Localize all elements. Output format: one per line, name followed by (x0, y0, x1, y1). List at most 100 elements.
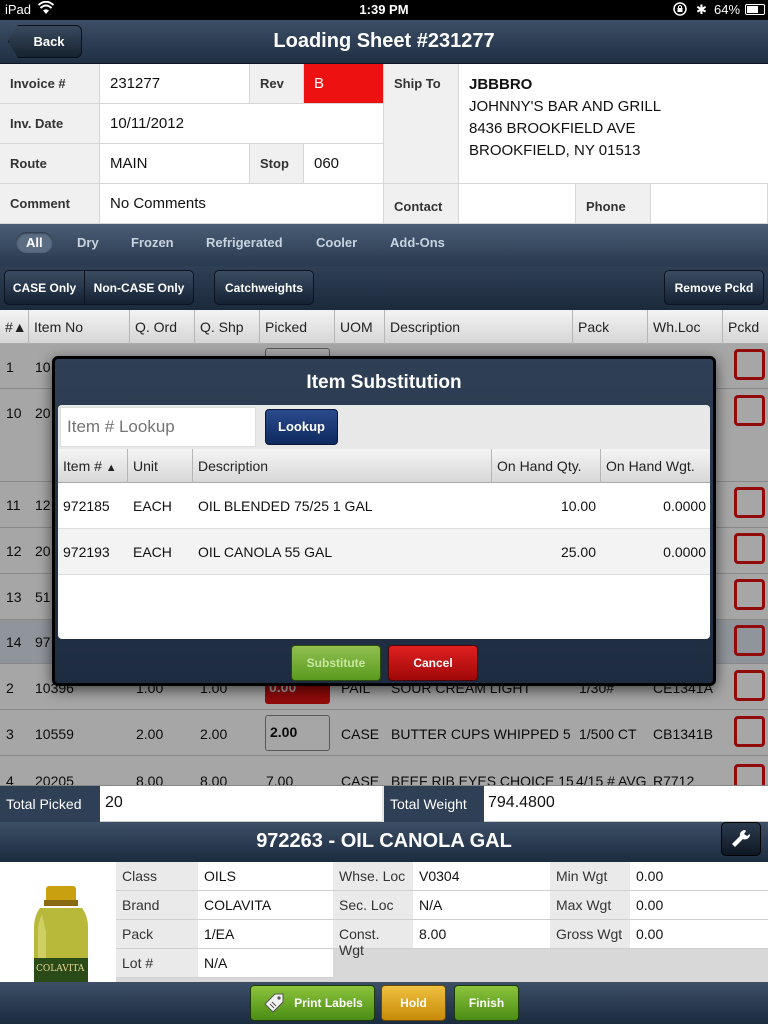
comment-label: Comment (0, 184, 100, 224)
sec-value: N/A (413, 891, 550, 920)
lookup-button[interactable]: Lookup (265, 409, 338, 445)
substitution-row[interactable]: 972185 EACH OIL BLENDED 75/25 1 GAL 10.0… (58, 483, 710, 529)
finish-button[interactable]: Finish (454, 985, 519, 1021)
max-label: Max Wgt (550, 891, 630, 920)
print-labels-label: Print Labels (294, 996, 363, 1010)
sort-asc-icon: ▲ (105, 462, 117, 474)
route-value: MAIN (100, 144, 250, 184)
col-pckd[interactable]: Pckd (723, 310, 768, 344)
sub-qty: 10.00 (560, 498, 596, 514)
sub-col-wgt[interactable]: On Hand Wgt. (601, 449, 710, 483)
const-label: Const. Wgt (333, 920, 413, 958)
invoice-label: Invoice # (0, 64, 100, 104)
col-qord[interactable]: Q. Ord (130, 310, 195, 344)
total-weight-value: 794.4800 (484, 786, 768, 822)
tab-refrigerated[interactable]: Refrigerated (206, 235, 283, 250)
sub-col-item[interactable]: Item # ▲ (58, 449, 128, 483)
col-qshp[interactable]: Q. Shp (195, 310, 260, 344)
brand-label: Brand (116, 891, 198, 920)
min-value: 0.00 (630, 862, 768, 891)
modal-body: Lookup Item # ▲ Unit Description On Hand… (58, 405, 710, 639)
comment-value: No Comments (100, 184, 384, 224)
sub-item: 972193 (63, 544, 110, 560)
battery-percent: 64% (714, 2, 741, 17)
remove-pckd-button[interactable]: Remove Pckd (664, 270, 764, 305)
ship-name: JOHNNY'S BAR AND GRILL (469, 98, 662, 115)
col-description[interactable]: Description (385, 310, 573, 344)
min-label: Min Wgt (550, 862, 630, 891)
rev-value: B (304, 64, 384, 104)
catchweights-button[interactable]: Catchweights (214, 270, 314, 305)
tab-all[interactable]: All (16, 232, 53, 253)
sec-label: Sec. Loc (333, 891, 413, 920)
print-labels-button[interactable]: Print Labels (250, 985, 375, 1021)
item-lookup-input[interactable] (60, 407, 256, 447)
substitution-table-header: Item # ▲ Unit Description On Hand Qty. O… (58, 449, 710, 483)
sub-unit: EACH (133, 498, 172, 514)
tab-dry[interactable]: Dry (77, 235, 99, 250)
sub-desc: OIL CANOLA 55 GAL (198, 544, 333, 560)
bottle-brand: COLAVITA (36, 964, 85, 974)
product-image: COLAVITA (0, 862, 116, 982)
totals-bar: Total Picked 20 Total Weight 794.4800 (0, 786, 768, 822)
sub-col-item-label: Item # (63, 458, 102, 474)
substitution-row[interactable]: 972193 EACH OIL CANOLA 55 GAL 25.00 0.00… (58, 529, 710, 575)
whse-label: Whse. Loc (333, 862, 413, 891)
ship-code: JBBBRO (469, 76, 533, 93)
modal-title: Item Substitution (306, 372, 462, 393)
ship-addr: 8436 BROOKFIELD AVE (469, 120, 636, 137)
bottom-toolbar: Print Labels Hold Finish (0, 982, 768, 1024)
category-tabs: All Dry Frozen Refrigerated Cooler Add-O… (0, 224, 768, 266)
gross-label: Gross Wgt (550, 920, 630, 949)
settings-button[interactable] (721, 822, 761, 856)
sub-col-qty[interactable]: On Hand Qty. (492, 449, 601, 483)
lock-rotation-icon (673, 2, 687, 19)
items-table-header: #▲ Item No Q. Ord Q. Shp Picked UOM Desc… (0, 310, 768, 344)
rev-label: Rev (250, 64, 304, 104)
phone-label: Phone (576, 184, 651, 224)
pack-value: 1/EA (198, 920, 333, 949)
gross-value: 0.00 (630, 920, 768, 949)
col-uom[interactable]: UOM (335, 310, 385, 344)
lot-value: N/A (198, 949, 333, 978)
total-weight-label: Total Weight (384, 786, 484, 822)
back-button[interactable]: Back (8, 25, 82, 58)
tab-frozen[interactable]: Frozen (131, 235, 174, 250)
substitute-button[interactable]: Substitute (291, 645, 381, 681)
col-whloc[interactable]: Wh.Loc (648, 310, 723, 344)
nav-bar: Loading Sheet #231277 Back (0, 20, 768, 64)
sub-col-unit[interactable]: Unit (128, 449, 193, 483)
col-num[interactable]: #▲ (0, 310, 29, 344)
cancel-button[interactable]: Cancel (388, 645, 478, 681)
item-detail-panel: COLAVITA Class OILS Brand COLAVITA Pack … (0, 862, 768, 982)
shipto-label: Ship To (384, 64, 459, 184)
col-pack[interactable]: Pack (573, 310, 648, 344)
whse-value: V0304 (413, 862, 550, 891)
route-label: Route (0, 144, 100, 184)
noncase-only-button[interactable]: Non-CASE Only (84, 270, 194, 305)
lot-label: Lot # (116, 949, 198, 978)
sub-col-description[interactable]: Description (193, 449, 492, 483)
case-only-button[interactable]: CASE Only (4, 270, 85, 305)
tab-cooler[interactable]: Cooler (316, 235, 357, 250)
col-picked[interactable]: Picked (260, 310, 335, 344)
brand-value: COLAVITA (198, 891, 333, 920)
pack-label: Pack (116, 920, 198, 949)
item-detail-title: 972263 - OIL CANOLA GAL (256, 830, 512, 852)
battery-icon (745, 4, 765, 15)
tab-add-ons[interactable]: Add-Ons (390, 235, 445, 250)
col-item-no[interactable]: Item No (29, 310, 130, 344)
filter-toolbar: CASE Only Non-CASE Only Catchweights Rem… (0, 266, 768, 310)
item-detail-header: 972263 - OIL CANOLA GAL (0, 822, 768, 862)
stop-label: Stop (250, 144, 304, 184)
ship-city: BROOKFIELD, NY 01513 (469, 142, 641, 159)
sub-wgt: 0.0000 (663, 498, 706, 514)
max-value: 0.00 (630, 891, 768, 920)
item-substitution-modal: Item Substitution Lookup Item # ▲ Unit D… (52, 356, 716, 686)
wrench-icon (732, 829, 751, 847)
hold-button[interactable]: Hold (381, 985, 446, 1021)
contact-value (459, 184, 576, 224)
page-title: Loading Sheet #231277 (273, 30, 495, 52)
tag-icon (264, 993, 284, 1013)
sub-desc: OIL BLENDED 75/25 1 GAL (198, 498, 373, 514)
